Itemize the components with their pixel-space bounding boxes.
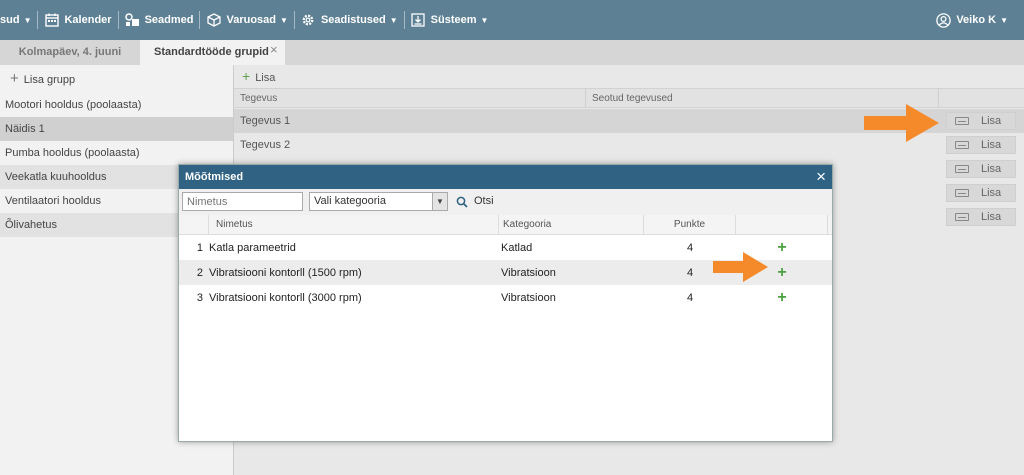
measurement-name: Katla parameetrid	[209, 241, 296, 254]
column-header-empty	[179, 215, 209, 234]
search-icon	[456, 196, 468, 208]
keyboard-icon	[955, 141, 969, 149]
add-activity-button[interactable]: + Lisa	[234, 65, 1024, 88]
search-button[interactable]: Otsi	[456, 192, 494, 211]
keyboard-icon	[955, 189, 969, 197]
name-filter-input[interactable]	[182, 192, 303, 211]
nav-label: sud	[0, 14, 20, 26]
keyboard-icon	[955, 165, 969, 173]
nav-item-varuosad[interactable]: Varuosad ▼	[200, 0, 293, 40]
nav-item-kalender[interactable]: Kalender	[38, 0, 117, 40]
add-activity-label: Lisa	[255, 72, 276, 84]
row-add-label: Lisa	[981, 163, 1002, 175]
search-label: Otsi	[474, 195, 494, 207]
filter-bar: Vali kategooria ▼ Otsi	[179, 189, 832, 215]
chevron-down-icon: ▼	[1000, 15, 1008, 25]
column-header-empty	[736, 215, 828, 234]
group-item-selected[interactable]: Näidis 1	[0, 117, 233, 141]
row-add-label: Lisa	[981, 187, 1002, 199]
plus-icon: +	[10, 70, 19, 87]
group-item[interactable]: Pumba hooldus (poolaasta)	[0, 141, 233, 165]
row-number: 3	[196, 291, 203, 304]
measurements-dialog: Mõõtmised × Vali kategooria ▼ Otsi Nimet…	[178, 164, 833, 442]
measurement-points: 4	[686, 291, 694, 304]
nav-label: Seadmed	[144, 14, 194, 26]
row-add-button[interactable]: Lisa	[946, 112, 1016, 130]
column-header[interactable]: Nimetus	[209, 215, 499, 234]
nav-label: Seadistused	[320, 14, 386, 26]
category-select-value: Vali kategooria	[314, 195, 386, 207]
group-item[interactable]: Mootori hooldus (poolaasta)	[0, 93, 233, 117]
measurement-name: Vibratsiooni kontorll (1500 rpm)	[209, 266, 362, 279]
measurement-category: Vibratsioon	[501, 291, 556, 304]
user-name: Veiko K	[956, 14, 997, 26]
chevron-down-icon: ▼	[480, 15, 489, 25]
measurement-category: Vibratsioon	[501, 266, 556, 279]
add-group-button[interactable]: + Lisa grupp	[0, 65, 233, 93]
row-number: 2	[196, 266, 203, 279]
annotation-arrow-icon	[713, 252, 768, 282]
row-add-button[interactable]: Lisa	[946, 160, 1016, 178]
devices-icon	[124, 13, 140, 28]
tab-bar: Kolmapäev, 4. juuni Standardtööde grupid…	[0, 40, 1024, 65]
measurements-header: Nimetus Kategooria Punkte	[179, 215, 832, 235]
annotation-arrow-icon	[864, 104, 939, 142]
close-icon[interactable]: ×	[816, 165, 826, 189]
nav-item-seadmed[interactable]: Seadmed	[119, 0, 200, 40]
keyboard-icon	[955, 117, 969, 125]
column-header-empty	[939, 89, 1024, 107]
chevron-down-icon: ▼	[280, 15, 288, 25]
nav-label: Süsteem	[430, 14, 477, 26]
row-number: 1	[196, 241, 203, 254]
nav-item-truncated[interactable]: sud ▼	[0, 0, 37, 40]
row-add-button[interactable]: Lisa	[946, 184, 1016, 202]
nav-label: Kalender	[64, 14, 112, 26]
dialog-header: Mõõtmised ×	[179, 165, 832, 189]
measurement-row[interactable]: 3 Vibratsiooni kontorll (3000 rpm) Vibra…	[179, 285, 832, 310]
activity-name: Tegevus 1	[240, 115, 291, 127]
measurement-name: Vibratsiooni kontorll (3000 rpm)	[209, 291, 362, 304]
chevron-down-icon: ▼	[23, 15, 32, 25]
add-measurement-plus-icon[interactable]: +	[736, 289, 828, 306]
tab-label: Standardtööde grupid	[154, 46, 269, 58]
tab-close-icon[interactable]: ×	[270, 40, 278, 60]
nav-item-seadistused[interactable]: Seadistused ▼	[295, 0, 404, 40]
column-header[interactable]: Tegevus	[234, 89, 586, 107]
chevron-down-icon: ▼	[432, 193, 447, 210]
plus-icon: +	[242, 68, 251, 84]
column-header[interactable]: Kategooria	[499, 215, 644, 234]
category-select[interactable]: Vali kategooria ▼	[309, 192, 448, 211]
add-group-label: Lisa grupp	[23, 74, 76, 86]
system-icon	[411, 13, 426, 28]
row-add-button[interactable]: Lisa	[946, 208, 1016, 226]
user-menu[interactable]: Veiko K ▼	[930, 0, 1014, 40]
measurement-category: Katlad	[501, 241, 533, 254]
calendar-icon	[44, 13, 59, 28]
row-add-label: Lisa	[981, 139, 1002, 151]
row-add-label: Lisa	[981, 211, 1002, 223]
gear-icon	[301, 13, 316, 28]
row-add-label: Lisa	[981, 115, 1002, 127]
dialog-title: Mõõtmised	[185, 171, 244, 183]
tab-standard-work-groups[interactable]: Standardtööde grupid	[140, 40, 285, 65]
tab-date[interactable]: Kolmapäev, 4. juuni	[0, 40, 140, 65]
keyboard-icon	[955, 213, 969, 221]
column-header[interactable]: Punkte	[644, 215, 736, 234]
nav-item-susteem[interactable]: Süsteem ▼	[405, 0, 495, 40]
activity-name: Tegevus 2	[240, 139, 291, 151]
chevron-down-icon: ▼	[389, 15, 398, 25]
box-icon	[206, 13, 221, 28]
user-icon	[936, 12, 952, 28]
nav-label: Varuosad	[226, 14, 277, 26]
row-add-button[interactable]: Lisa	[946, 136, 1016, 154]
top-nav: sud ▼ Kalender Seadmed Varuosad ▼ Seadis…	[0, 0, 1024, 40]
